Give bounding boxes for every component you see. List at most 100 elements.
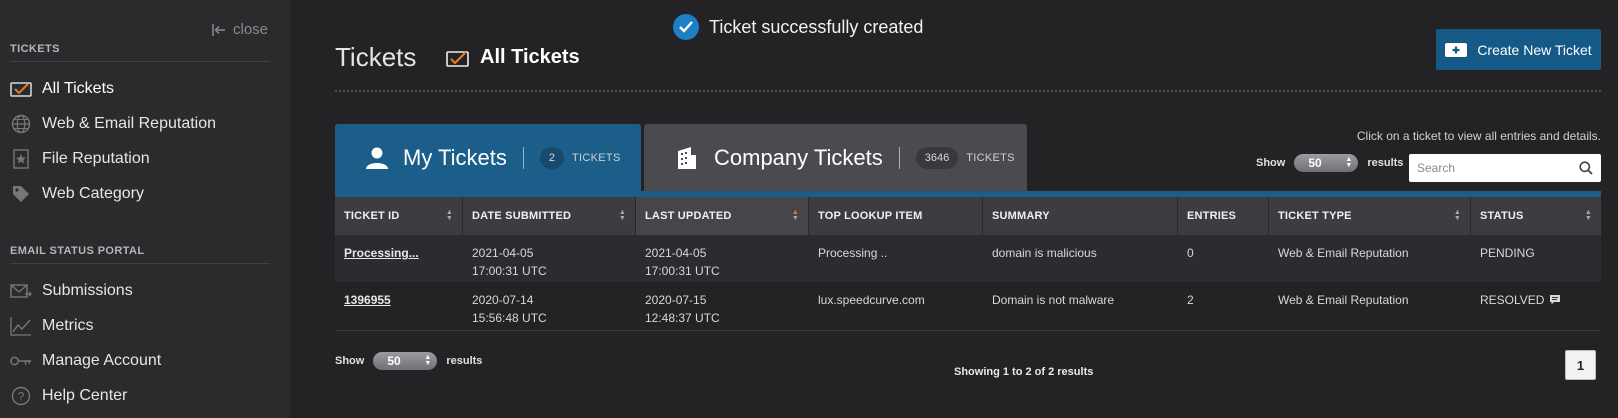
tag-icon bbox=[10, 183, 32, 205]
ticket-count-badge: 3646 bbox=[915, 147, 959, 169]
show-label: Show bbox=[1256, 157, 1286, 169]
sidebar-item-manage-account[interactable]: Manage Account bbox=[10, 348, 161, 374]
page-title: Tickets bbox=[335, 42, 417, 72]
sort-icon: ▲ ▼ bbox=[1584, 209, 1592, 222]
column-label: LAST UPDATED bbox=[645, 210, 732, 222]
sidebar-item-file-reputation[interactable]: File Reputation bbox=[10, 146, 150, 172]
file-star-icon bbox=[10, 148, 32, 170]
sidebar-item-help-center[interactable]: ? Help Center bbox=[10, 383, 127, 409]
tab-company-tickets[interactable]: Company Tickets 3646 TICKETS bbox=[644, 124, 1027, 192]
column-label: SUMMARY bbox=[992, 210, 1050, 222]
ticket-count-unit: TICKETS bbox=[572, 152, 621, 164]
date: 2021-04-05 bbox=[472, 246, 534, 260]
table-row[interactable]: 1396955 2020-07-14 15:56:48 UTC 2020-07-1… bbox=[335, 282, 1601, 331]
results-label: results bbox=[1367, 157, 1404, 169]
time: 17:00:31 UTC bbox=[472, 264, 547, 278]
time: 15:56:48 UTC bbox=[472, 311, 547, 325]
entries-cell: 2 bbox=[1187, 293, 1194, 307]
user-icon bbox=[365, 146, 389, 170]
date: 2020-07-14 bbox=[472, 293, 534, 307]
sidebar-item-web-category[interactable]: Web Category bbox=[10, 181, 144, 207]
column-header-ticket-type[interactable]: TICKET TYPE ▲ ▼ bbox=[1269, 197, 1471, 235]
success-toast: Ticket successfully created bbox=[673, 14, 923, 40]
summary-cell: Domain is not malware bbox=[992, 293, 1115, 307]
status-cell: PENDING bbox=[1480, 246, 1535, 260]
summary-cell: domain is malicious bbox=[992, 246, 1097, 260]
page-size-control-bottom: Show 50 ▲ ▼ results bbox=[335, 352, 482, 370]
table-row[interactable]: Processing... 2021-04-05 17:00:31 UTC 202… bbox=[335, 235, 1601, 282]
ticket-plus-icon bbox=[1445, 42, 1468, 57]
results-label: results bbox=[446, 355, 483, 367]
last-updated-cell: 2020-07-15 12:48:37 UTC bbox=[636, 282, 809, 330]
tab-separator bbox=[898, 147, 900, 169]
dotted-divider bbox=[335, 90, 1601, 92]
ticket-count-unit: TICKETS bbox=[966, 152, 1015, 164]
date: 2021-04-05 bbox=[645, 246, 707, 260]
page-size-select[interactable]: 50 ▲ ▼ bbox=[1294, 154, 1359, 172]
sidebar-item-label: Submissions bbox=[42, 282, 133, 299]
entries-cell: 0 bbox=[1187, 246, 1194, 260]
sort-ascending-icon: ▲ ▼ bbox=[791, 209, 799, 222]
ticket-type-cell: Web & Email Reputation bbox=[1278, 293, 1409, 307]
page-size-value: 50 bbox=[1308, 156, 1322, 170]
column-label: TICKET TYPE bbox=[1278, 210, 1352, 222]
sidebar-item-label: All Tickets bbox=[42, 80, 115, 97]
subtitle-label: All Tickets bbox=[480, 46, 580, 68]
sidebar-close-button[interactable]: close bbox=[212, 21, 268, 38]
status-cell: RESOLVED bbox=[1471, 282, 1601, 330]
svg-text:?: ? bbox=[18, 390, 25, 404]
status-label: RESOLVED bbox=[1480, 293, 1545, 307]
envelope-arrow-icon bbox=[10, 280, 32, 302]
column-header-last-updated[interactable]: LAST UPDATED ▲ ▼ bbox=[636, 197, 809, 235]
column-header-top-lookup-item: TOP LOOKUP ITEM bbox=[809, 197, 983, 235]
search-box bbox=[1409, 154, 1601, 182]
column-label: DATE SUBMITTED bbox=[472, 210, 572, 222]
question-circle-icon: ? bbox=[10, 385, 32, 407]
search-icon[interactable] bbox=[1579, 161, 1593, 175]
show-label: Show bbox=[335, 355, 365, 367]
sort-icon: ▲ ▼ bbox=[445, 209, 453, 222]
page-size-select[interactable]: 50 ▲ ▼ bbox=[373, 352, 438, 370]
ticket-type-cell: Web & Email Reputation bbox=[1278, 246, 1409, 260]
column-label: ENTRIES bbox=[1187, 210, 1237, 222]
column-header-summary: SUMMARY bbox=[983, 197, 1178, 235]
column-header-date-submitted[interactable]: DATE SUBMITTED ▲ ▼ bbox=[463, 197, 636, 235]
sidebar: close TICKETS All Tickets Web & Email Re… bbox=[0, 0, 290, 418]
collapse-left-icon bbox=[212, 23, 225, 36]
divider bbox=[10, 61, 270, 62]
building-icon bbox=[674, 146, 698, 170]
search-input[interactable] bbox=[1417, 161, 1579, 175]
sidebar-item-label: Web Category bbox=[42, 185, 144, 202]
page-size-value: 50 bbox=[387, 354, 401, 368]
column-header-status[interactable]: STATUS ▲ ▼ bbox=[1471, 197, 1601, 235]
sidebar-item-all-tickets[interactable]: All Tickets bbox=[10, 76, 114, 102]
select-arrows-icon: ▲ ▼ bbox=[424, 354, 432, 367]
table-header: TICKET ID ▲ ▼ DATE SUBMITTED ▲ ▼ LAST UPDATE… bbox=[335, 197, 1601, 235]
ticket-id-link[interactable]: Processing... bbox=[335, 235, 463, 282]
sort-icon: ▲ ▼ bbox=[618, 209, 626, 222]
pagination-page-1[interactable]: 1 bbox=[1565, 350, 1596, 380]
date: 2020-07-15 bbox=[645, 293, 707, 307]
ticket-count-badge: 2 bbox=[539, 147, 565, 169]
column-label: TICKET ID bbox=[344, 210, 400, 222]
tab-separator bbox=[522, 147, 524, 169]
create-new-ticket-button[interactable]: Create New Ticket bbox=[1436, 29, 1601, 70]
line-chart-icon bbox=[10, 315, 32, 337]
results-summary: Showing 1 to 2 of 2 results bbox=[954, 366, 1094, 378]
sidebar-item-submissions[interactable]: Submissions bbox=[10, 278, 133, 304]
sidebar-item-label: Metrics bbox=[42, 317, 94, 334]
date-submitted-cell: 2020-07-14 15:56:48 UTC bbox=[463, 282, 636, 330]
tab-my-tickets[interactable]: My Tickets 2 TICKETS bbox=[335, 124, 641, 192]
select-arrows-icon: ▲ ▼ bbox=[1345, 156, 1353, 169]
page-subtitle: All Tickets bbox=[446, 46, 580, 69]
sidebar-item-web-email-reputation[interactable]: Web & Email Reputation bbox=[10, 111, 216, 137]
sidebar-item-label: Manage Account bbox=[42, 352, 162, 369]
last-updated-cell: 2021-04-05 17:00:31 UTC bbox=[636, 235, 809, 282]
sidebar-item-metrics[interactable]: Metrics bbox=[10, 313, 94, 339]
section-heading-email-status-portal: EMAIL STATUS PORTAL bbox=[10, 245, 145, 257]
column-header-ticket-id[interactable]: TICKET ID ▲ ▼ bbox=[335, 197, 463, 235]
comment-icon[interactable] bbox=[1550, 295, 1561, 305]
tab-label: My Tickets bbox=[403, 145, 507, 170]
ticket-id-link[interactable]: 1396955 bbox=[335, 282, 463, 330]
column-label: TOP LOOKUP ITEM bbox=[818, 210, 923, 222]
